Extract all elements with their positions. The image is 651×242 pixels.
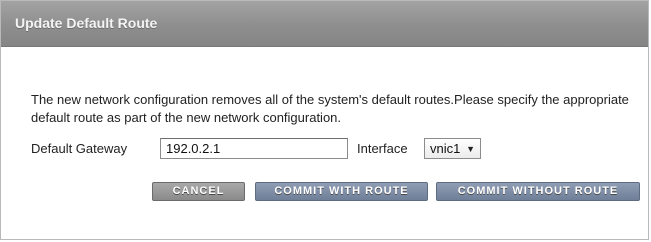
interface-select-value: vnic1 (430, 141, 461, 156)
interface-select[interactable]: vnic1 ▼ (424, 138, 481, 159)
dialog-titlebar[interactable]: Update Default Route (1, 1, 648, 47)
triangle-down-icon: ▼ (466, 144, 475, 154)
default-gateway-label: Default Gateway (31, 141, 128, 156)
route-form-row: Default Gateway Interface vnic1 ▼ (31, 138, 631, 160)
commit-without-route-button[interactable]: COMMIT WITHOUT ROUTE (436, 182, 640, 201)
update-default-route-dialog: Update Default Route The new network con… (0, 0, 649, 240)
commit-with-route-button[interactable]: COMMIT WITH ROUTE (255, 182, 428, 201)
dialog-message: The new network configuration removes al… (31, 92, 629, 125)
interface-label: Interface (357, 141, 408, 156)
default-gateway-input[interactable] (160, 138, 348, 159)
cancel-button[interactable]: CANCEL (152, 182, 245, 201)
dialog-title: Update Default Route (15, 15, 158, 31)
